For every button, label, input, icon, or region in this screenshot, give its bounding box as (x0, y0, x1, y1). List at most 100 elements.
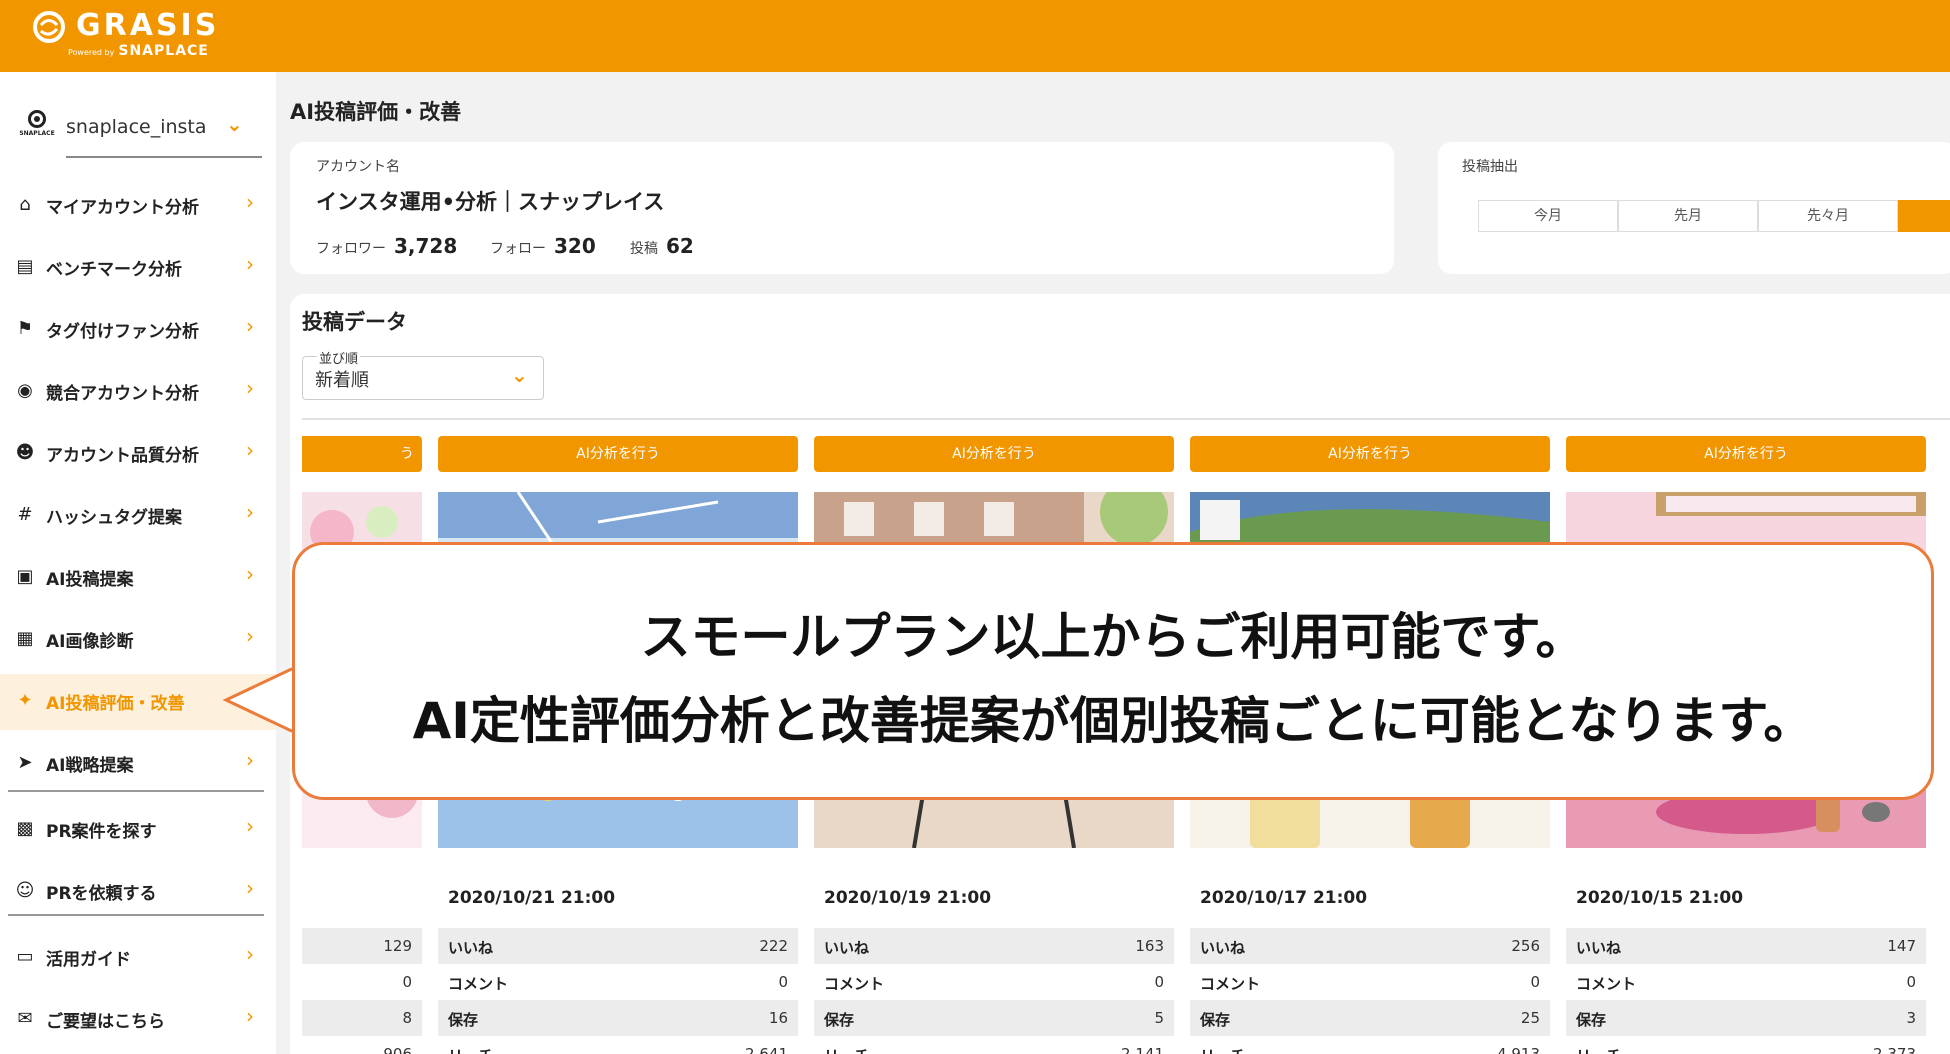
chart-icon: ▤ (16, 256, 34, 277)
metric-row-comments: 0 (402, 973, 412, 991)
sidebar-item-label: AI投稿提案 (46, 570, 134, 590)
page-title: AI投稿評価・改善 (290, 100, 462, 124)
grasis-logo-icon (33, 11, 65, 43)
post-date: 2020/10/15 21:00 (1576, 888, 1744, 908)
hash-icon: # (17, 504, 33, 525)
sidebar-item-label: ハッシュタグ提案 (46, 508, 182, 528)
sidebar-item-1[interactable]: ⌂ マイアカウント分析 › (0, 178, 276, 234)
sidebar-item-label: マイアカウント分析 (46, 198, 199, 218)
chevron-right-icon: › (246, 500, 254, 524)
magic-wand-icon: ✦ (17, 690, 33, 711)
sort-select[interactable]: 並び順 新着順 ⌄ (302, 348, 544, 400)
metric-row-reach: リーチ2,373 (1576, 1045, 1916, 1054)
metric-row-comments: コメント 0 (824, 973, 1164, 993)
account-name-value: インスタ運用•分析｜スナップレイス (316, 190, 665, 214)
rocket-icon: ➤ (17, 752, 33, 773)
sidebar-item-13[interactable]: ▭ 活用ガイド › (0, 930, 276, 986)
grasis-logo[interactable]: GRASIS Powered by SNAPLACE (28, 6, 228, 64)
metric-row-reach: リーチ2,141 (824, 1045, 1164, 1054)
user-circle-icon: ◉ (17, 380, 33, 401)
metric-row-likes: いいね 147 (1566, 928, 1926, 964)
account-name-label: アカウント名 (316, 159, 400, 175)
sidebar-item-label: ご要望はこちら (46, 1012, 165, 1032)
chevron-down-icon[interactable]: ⌄ (226, 112, 243, 136)
sidebar-item-3[interactable]: ⚑ タグ付けファン分析 › (0, 302, 276, 358)
brand-name: GRASIS (76, 8, 220, 43)
sidebar-item-5[interactable]: ☻ アカウント品質分析 › (0, 426, 276, 482)
account-avatar: SNAPLACE (16, 108, 58, 150)
tab-last-month[interactable]: 先月 (1618, 200, 1758, 232)
account-selector[interactable]: SNAPLACE snaplace_insta ⌄ (8, 106, 266, 162)
sidebar-item-label: PRを依頼する (46, 884, 157, 904)
sidebar-item-label: 活用ガイド (46, 950, 131, 970)
sidebar: SNAPLACE snaplace_insta ⌄ ⌂ マイアカウント分析 › ▤ ベン… (0, 72, 276, 1054)
sidebar-item-label: タグ付けファン分析 (46, 322, 199, 342)
sidebar-divider (8, 790, 264, 792)
posts-stat: 投稿 62 (630, 234, 694, 258)
metric-row-comments: コメント 0 (1200, 973, 1540, 993)
plan-notice-callout: スモールプラン以上からご利用可能です。 AI定性評価分析と改善提案が個別投稿ごと… (292, 542, 1934, 800)
tab-this-month[interactable]: 今月 (1478, 200, 1618, 232)
chevron-right-icon: › (246, 876, 254, 900)
metric-row-reach: リーチ4,913 (1200, 1045, 1540, 1054)
tag-icon: ⚑ (16, 318, 34, 339)
sidebar-item-label: AI画像診断 (46, 632, 134, 652)
posts-data-title: 投稿データ (302, 310, 407, 334)
ai-analyze-button[interactable]: AI分析を行う (438, 436, 798, 472)
sidebar-item-11[interactable]: ▩ PR案件を探す › (0, 802, 276, 858)
image-icon: ▦ (16, 628, 34, 649)
metric-row-likes: いいね 163 (814, 928, 1174, 964)
metric-row-reach: リーチ2,641 (448, 1045, 788, 1054)
post-extract-card: 投稿抽出 今月 先月 先々月 投 (1438, 142, 1950, 274)
tab-two-months-ago[interactable]: 先々月 (1758, 200, 1898, 232)
metric-row-likes: いいね 222 (438, 928, 798, 964)
chevron-right-icon: › (246, 376, 254, 400)
chevron-right-icon: › (246, 438, 254, 462)
metric-row-comments: コメント 0 (448, 973, 788, 993)
sidebar-item-14[interactable]: ✉ ご要望はこちら › (0, 992, 276, 1048)
callout-line-1: スモールプラン以上からご利用可能です。 (640, 608, 1586, 666)
chevron-right-icon: › (246, 814, 254, 838)
chevron-right-icon: › (246, 314, 254, 338)
period-tabs: 今月 先月 先々月 投 (1478, 200, 1950, 232)
sidebar-item-10[interactable]: ➤ AI戦略提案 › (0, 736, 276, 792)
followers-stat: フォロワー 3,728 (316, 234, 458, 258)
sidebar-divider (8, 914, 264, 916)
sidebar-item-7[interactable]: ▣ AI投稿提案 › (0, 550, 276, 606)
tab-custom-period[interactable]: 投 (1898, 200, 1950, 232)
sidebar-item-12[interactable]: ☺ PRを依頼する › (0, 864, 276, 920)
chevron-right-icon: › (246, 748, 254, 772)
post-extract-label: 投稿抽出 (1462, 159, 1518, 175)
post-date: 2020/10/19 21:00 (824, 888, 992, 908)
chevron-right-icon: › (246, 1004, 254, 1028)
chevron-down-icon: ⌄ (511, 363, 528, 387)
ai-analyze-button[interactable]: AI分析を行う (1566, 436, 1926, 472)
briefcase-icon: ▩ (16, 818, 34, 839)
ai-analyze-button[interactable]: AI分析を行う (1190, 436, 1550, 472)
users-icon: ☺ (15, 880, 35, 901)
post-date: 2020/10/21 21:00 (448, 888, 616, 908)
account-info-card: アカウント名 インスタ運用•分析｜スナップレイス フォロワー 3,728 フォロー… (290, 142, 1394, 274)
callout-line-2: AI定性評価分析と改善提案が個別投稿ごとに可能となります。 (412, 692, 1814, 750)
sidebar-item-4[interactable]: ◉ 競合アカウント分析 › (0, 364, 276, 420)
following-stat: フォロー 320 (490, 234, 596, 258)
brand-powered-by: Powered by SNAPLACE (68, 43, 209, 59)
sidebar-item-6[interactable]: # ハッシュタグ提案 › (0, 488, 276, 544)
sort-value: 新着順 (315, 370, 369, 391)
sidebar-item-2[interactable]: ▤ ベンチマーク分析 › (0, 240, 276, 296)
metric-row-likes: 129 (302, 928, 422, 964)
chevron-right-icon: › (246, 942, 254, 966)
chevron-right-icon: › (246, 190, 254, 214)
chevron-right-icon: › (246, 562, 254, 586)
ai-analyze-button[interactable]: う (302, 436, 422, 472)
top-header: GRASIS Powered by SNAPLACE (0, 0, 1950, 72)
home-icon: ⌂ (19, 194, 31, 215)
sidebar-item-label: アカウント品質分析 (46, 446, 199, 466)
account-name: snaplace_insta (66, 116, 207, 138)
user-check-icon: ☻ (15, 442, 35, 463)
sort-label: 並び順 (317, 348, 361, 367)
book-icon: ▭ (16, 946, 34, 967)
metric-row-saves: 保存 25 (1190, 1000, 1550, 1036)
ai-analyze-button[interactable]: AI分析を行う (814, 436, 1174, 472)
metric-row-saves: 保存 16 (438, 1000, 798, 1036)
